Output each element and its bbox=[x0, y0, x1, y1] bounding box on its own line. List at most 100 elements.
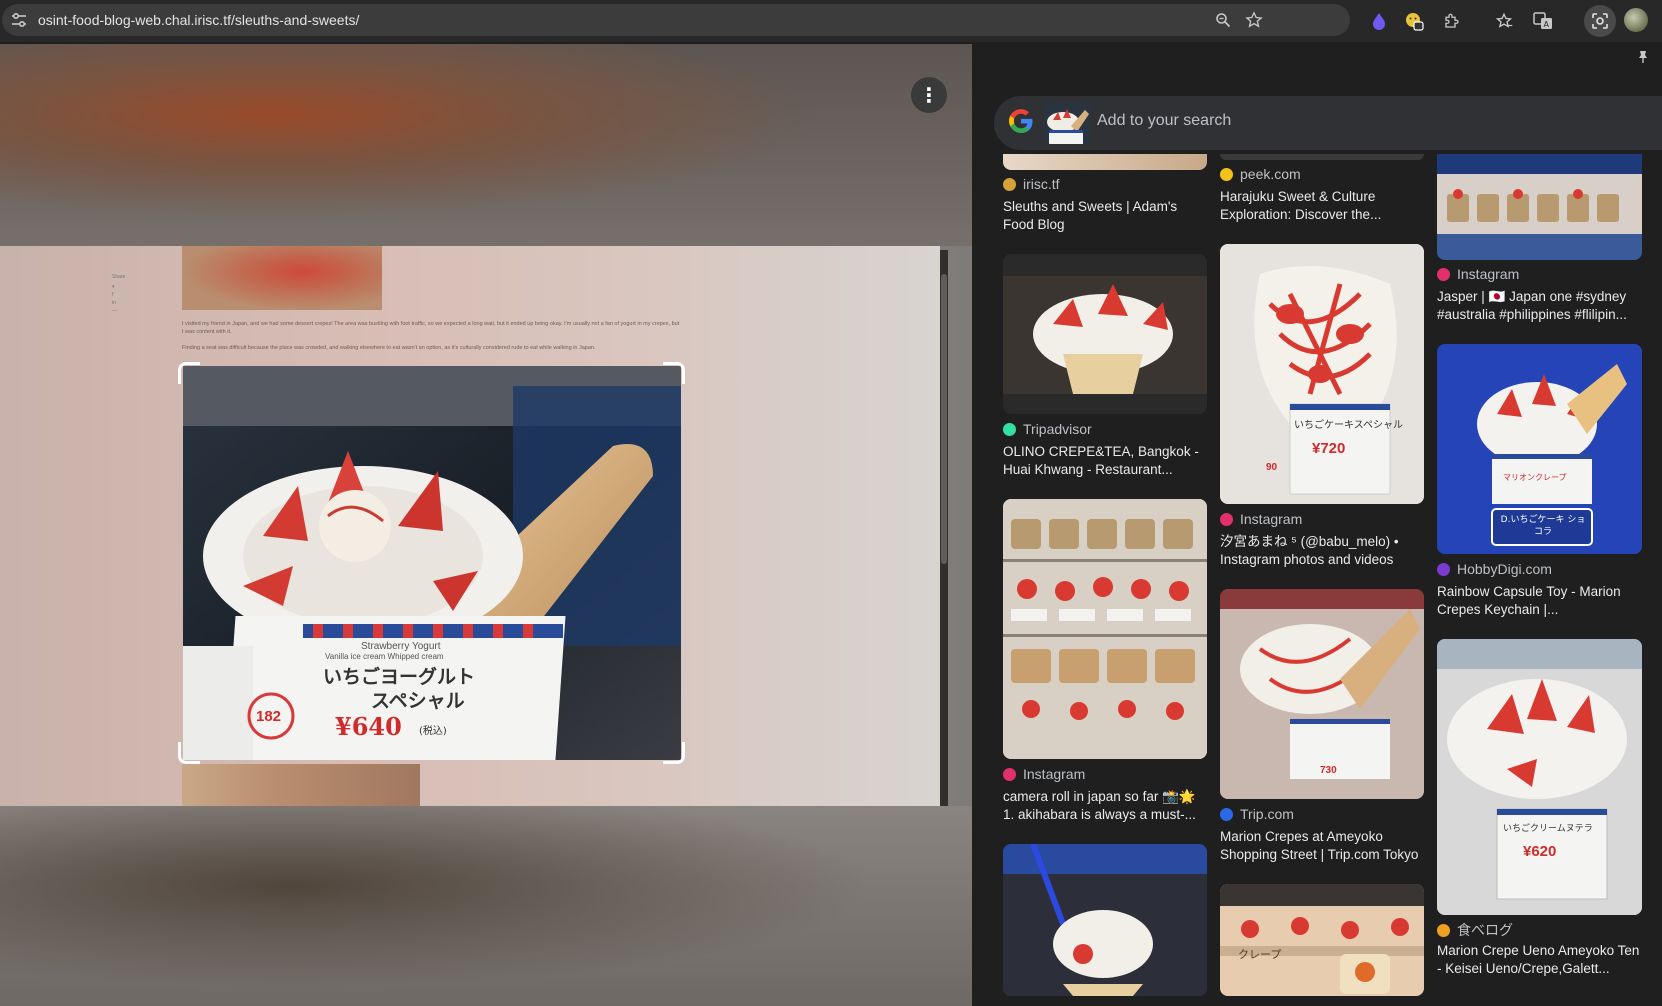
result-sign-crepe: クレープ bbox=[1238, 948, 1282, 961]
result-image[interactable]: いちごクリームヌテラ ¥620 bbox=[1437, 639, 1642, 915]
blog-image-bottom bbox=[182, 764, 420, 806]
translate-icon[interactable]: A bbox=[1532, 10, 1554, 32]
result-title[interactable]: Marion Crepes at Ameyoko Shopping Street… bbox=[1220, 828, 1425, 864]
blog-paragraph: I visited my friend in Japan, and we had… bbox=[182, 321, 680, 335]
share-label: Share bbox=[112, 274, 126, 280]
result-source[interactable]: peek.com bbox=[1220, 166, 1301, 182]
result-source[interactable]: HobbyDigi.com bbox=[1437, 561, 1552, 577]
result-image[interactable] bbox=[1220, 154, 1424, 160]
favicon bbox=[1437, 562, 1450, 576]
svg-text:A: A bbox=[1544, 20, 1550, 29]
favorites-icon[interactable] bbox=[1493, 10, 1515, 32]
sign-jp-line1: いちごヨーグルト bbox=[323, 666, 476, 688]
result-image[interactable] bbox=[1003, 254, 1207, 414]
result-title[interactable]: Harajuku Sweet & Culture Exploration: Di… bbox=[1220, 188, 1425, 224]
result-sign-jp: いちごケーキスペシャル bbox=[1294, 420, 1403, 431]
url-text[interactable]: osint-food-blog-web.chal.irisc.tf/sleuth… bbox=[38, 12, 359, 28]
result-title[interactable]: Marion Crepe Ueno Ameyoko Ten - Keisei U… bbox=[1437, 942, 1642, 978]
favicon bbox=[1003, 177, 1016, 191]
source-label: HobbyDigi.com bbox=[1457, 561, 1552, 577]
source-label: Trip.com bbox=[1240, 806, 1294, 822]
result-title[interactable]: camera roll in japan so far 📸🌟 1. akihab… bbox=[1003, 788, 1208, 824]
selection-corner-br[interactable] bbox=[663, 742, 685, 764]
result-image[interactable] bbox=[1437, 154, 1642, 260]
dimmed-page-top bbox=[0, 44, 972, 246]
result-sign-jp: いちごクリームヌテラ bbox=[1503, 824, 1593, 834]
search-thumbnail[interactable] bbox=[1043, 102, 1091, 144]
selection-corner-tl[interactable] bbox=[178, 362, 200, 384]
facebook-icon[interactable]: f bbox=[112, 292, 125, 298]
lens-button[interactable] bbox=[1584, 5, 1616, 37]
search-input[interactable]: Add to your search bbox=[1097, 112, 1231, 130]
result-sign-number: 90 bbox=[1266, 462, 1278, 473]
source-label: Instagram bbox=[1240, 511, 1303, 527]
source-label: peek.com bbox=[1240, 166, 1301, 182]
sign-number: 182 bbox=[256, 708, 282, 725]
favicon bbox=[1003, 422, 1016, 436]
result-source[interactable]: irisc.tf bbox=[1003, 176, 1060, 192]
result-image[interactable]: マリオンクレープ D.いちごケーキ ショコラ bbox=[1437, 344, 1642, 554]
result-image[interactable]: いちごケーキスペシャル ¥720 90 bbox=[1220, 244, 1424, 504]
source-label: Tripadvisor bbox=[1023, 421, 1092, 437]
dimmed-page-bottom bbox=[0, 806, 972, 1006]
browser-toolbar: osint-food-blog-web.chal.irisc.tf/sleuth… bbox=[0, 0, 1662, 42]
blog-paragraph: Finding a seat was difficult because the… bbox=[182, 345, 596, 351]
zoom-icon[interactable] bbox=[1212, 9, 1234, 31]
result-source[interactable]: Tripadvisor bbox=[1003, 421, 1092, 437]
result-source[interactable]: Instagram bbox=[1220, 511, 1302, 527]
more-vert-icon[interactable]: ⋮ bbox=[911, 77, 947, 113]
lens-search-bar[interactable] bbox=[994, 96, 1662, 150]
sign-tax: (税込) bbox=[419, 726, 447, 737]
favicon bbox=[1220, 807, 1233, 821]
result-title[interactable]: Sleuths and Sweets | Adam's Food Blog bbox=[1003, 198, 1208, 234]
result-image[interactable] bbox=[1003, 154, 1207, 170]
result-source[interactable]: Instagram bbox=[1437, 266, 1519, 282]
source-label: Instagram bbox=[1023, 766, 1086, 782]
source-label: Instagram bbox=[1457, 266, 1520, 282]
sign-price: ¥640 bbox=[335, 712, 402, 741]
result-title[interactable]: OLINO CREPE&TEA, Bangkok - Huai Khwang -… bbox=[1003, 443, 1208, 479]
result-source[interactable]: 食べログ bbox=[1437, 920, 1513, 940]
selection-corner-bl[interactable] bbox=[178, 742, 200, 764]
source-label: 食べログ bbox=[1457, 922, 1513, 938]
favicon bbox=[1437, 923, 1450, 937]
google-logo bbox=[1009, 109, 1033, 133]
tune-icon[interactable] bbox=[11, 13, 27, 27]
result-image[interactable] bbox=[1003, 499, 1207, 759]
profile-avatar[interactable] bbox=[1624, 8, 1648, 32]
result-sign-price: ¥620 bbox=[1523, 843, 1557, 860]
pin-icon[interactable] bbox=[1636, 50, 1650, 68]
favicon bbox=[1437, 267, 1450, 281]
address-bar[interactable]: osint-food-blog-web.chal.irisc.tf/sleuth… bbox=[2, 4, 1350, 36]
result-title[interactable]: 汐宮あまね ⁵ (@babu_melo) • Instagram photos … bbox=[1220, 533, 1425, 569]
favicon bbox=[1220, 512, 1233, 526]
linkedin-icon[interactable]: in bbox=[112, 300, 125, 306]
result-sign-price: ¥720 bbox=[1312, 440, 1346, 457]
extension-drop-icon[interactable] bbox=[1368, 10, 1390, 32]
result-image[interactable]: クレープ bbox=[1220, 884, 1424, 996]
selected-image[interactable]: Strawberry Yogurt Vanilla ice cream Whip… bbox=[183, 366, 681, 760]
twitter-icon[interactable]: ▾ bbox=[112, 284, 125, 290]
sign-jp-line2: スペシャル bbox=[371, 690, 465, 712]
extension-emoji-icon[interactable] bbox=[1403, 10, 1425, 32]
result-box-brand: マリオンクレープ bbox=[1503, 473, 1567, 482]
page-viewport: ⋮ Share ▾ f in — I visited my friend in … bbox=[0, 44, 972, 1006]
divider: — bbox=[112, 308, 117, 314]
result-source[interactable]: Instagram bbox=[1003, 766, 1085, 782]
scrollbar-thumb[interactable] bbox=[941, 274, 947, 564]
share-column: Share ▾ f in — bbox=[112, 274, 125, 314]
sign-stripes bbox=[303, 624, 563, 638]
selection-corner-tr[interactable] bbox=[663, 362, 685, 384]
bookmark-star-icon[interactable] bbox=[1243, 9, 1265, 31]
result-image[interactable] bbox=[1003, 844, 1207, 996]
result-image[interactable]: 730 bbox=[1220, 589, 1424, 799]
blog-image-top bbox=[182, 246, 382, 310]
result-source[interactable]: Trip.com bbox=[1220, 806, 1294, 822]
sign-english-label: Strawberry Yogurt bbox=[361, 641, 441, 652]
result-title[interactable]: Jasper | 🇯🇵 Japan one #sydney #australia… bbox=[1437, 288, 1642, 324]
result-box-label: D.いちごケーキ ショコラ bbox=[1500, 515, 1586, 537]
result-sign-number: 730 bbox=[1320, 765, 1337, 776]
sign-english-sub: Vanilla ice cream Whipped cream bbox=[325, 652, 444, 661]
result-title[interactable]: Rainbow Capsule Toy - Marion Crepes Keyc… bbox=[1437, 583, 1642, 619]
puzzle-icon[interactable] bbox=[1441, 10, 1463, 32]
